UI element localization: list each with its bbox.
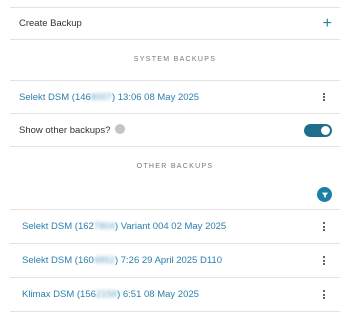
filter-area (10, 187, 340, 207)
backup-name-suffix: ) 6:51 08 May 2025 (117, 289, 199, 300)
plus-icon[interactable]: + (323, 15, 332, 32)
backup-name-prefix: Selekt DSM (146 (19, 91, 91, 103)
system-backup-item[interactable]: Selekt DSM (1468007) 13:06 08 May 2025 (10, 81, 340, 113)
backup-name-suffix: ) Variant 004 02 May 2025 (114, 221, 227, 232)
backup-name-link[interactable]: Selekt DSM (1604852) 7:26 29 April 2025 … (22, 255, 222, 266)
other-backups-title: OTHER BACKUPS (136, 163, 214, 170)
backup-name-link[interactable]: Selekt DSM (1468007) 13:06 08 May 2025 (19, 92, 199, 103)
help-icon[interactable] (115, 124, 126, 134)
other-backup-item[interactable]: Selekt DSM (1604852) 7:26 29 April 2025 … (10, 244, 340, 277)
more-options-icon[interactable] (319, 222, 329, 231)
create-backup-label: Create Backup (19, 18, 82, 29)
backup-id-redacted: 2158 (95, 289, 118, 300)
more-options-icon[interactable] (319, 256, 329, 265)
backup-name-prefix: Selekt DSM (160 (22, 255, 94, 266)
show-other-backups-toggle[interactable] (304, 123, 332, 137)
backup-id-redacted: 8007 (90, 91, 112, 103)
other-backup-item[interactable]: Selekt DSM (1627804) Variant 004 02 May … (10, 210, 340, 243)
backup-name-prefix: Klimax DSM (156 (22, 289, 96, 300)
more-options-icon[interactable] (319, 92, 329, 102)
toggle-knob (321, 125, 330, 135)
backup-name-link[interactable]: Selekt DSM (1627804) Variant 004 02 May … (22, 221, 226, 232)
backup-id-redacted: 7804 (93, 221, 115, 232)
backup-name-suffix: ) 7:26 29 April 2025 D110 (114, 255, 222, 266)
backup-name-suffix: ) 13:06 08 May 2025 (111, 91, 200, 103)
more-options-icon[interactable] (319, 290, 329, 299)
filter-button[interactable] (317, 187, 332, 202)
backups-panel: Create Backup + SYSTEM BACKUPS Selekt DS… (10, 0, 340, 312)
backup-name-prefix: Selekt DSM (162 (22, 221, 94, 232)
backup-id-redacted: 4852 (93, 255, 115, 266)
backup-name-link[interactable]: Klimax DSM (1562158) 6:51 08 May 2025 (22, 289, 199, 300)
filter-icon (321, 192, 328, 198)
create-backup-row[interactable]: Create Backup + (10, 8, 340, 39)
other-backup-item[interactable]: Klimax DSM (1562158) 6:51 08 May 2025 (10, 278, 340, 311)
system-backups-title: SYSTEM BACKUPS (133, 56, 217, 63)
divider (10, 311, 340, 312)
show-other-backups-row: Show other backups? (10, 114, 340, 146)
show-other-backups-label: Show other backups? (19, 125, 111, 136)
